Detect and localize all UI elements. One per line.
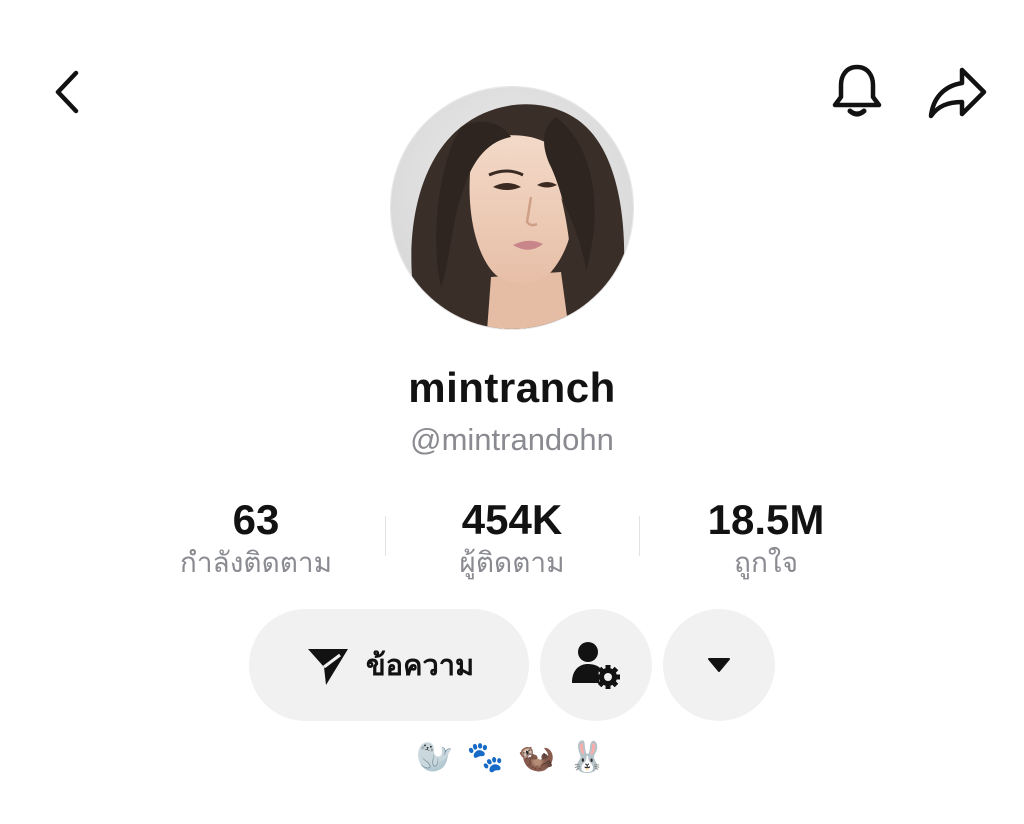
notification-bell-button[interactable] [824, 58, 890, 124]
following-label: กำลังติดตาม [179, 546, 333, 579]
chevron-left-icon [55, 70, 79, 114]
likes-label: ถูกใจ [734, 546, 798, 579]
profile-photo [391, 87, 633, 329]
message-label: ข้อความ [365, 648, 475, 682]
message-button[interactable]: ข้อความ [249, 609, 529, 721]
more-options-button[interactable] [663, 609, 775, 721]
followers-label: ผู้ติดตาม [459, 546, 565, 579]
share-arrow-icon [928, 67, 987, 119]
following-stat[interactable]: 63 กำลังติดตาม [126, 496, 386, 582]
caret-down-icon [708, 658, 730, 672]
back-button[interactable] [38, 62, 98, 122]
user-handle: @mintrandohn [410, 422, 614, 457]
avatar[interactable] [390, 86, 634, 330]
user-settings-icon [572, 642, 620, 689]
share-button[interactable] [922, 60, 992, 126]
display-name: mintranch [408, 364, 616, 411]
likes-count: 18.5M [707, 496, 825, 543]
followers-count: 454K [461, 496, 563, 543]
followers-stat[interactable]: 454K ผู้ติดตาม [382, 496, 642, 582]
send-arrow-icon [307, 649, 348, 685]
bell-icon [832, 64, 882, 117]
follow-settings-button[interactable] [540, 609, 652, 721]
bio-text: 🦭 🐾 🦦 🐰 [415, 740, 609, 775]
following-count: 63 [232, 496, 280, 543]
likes-stat[interactable]: 18.5M ถูกใจ [636, 496, 896, 582]
